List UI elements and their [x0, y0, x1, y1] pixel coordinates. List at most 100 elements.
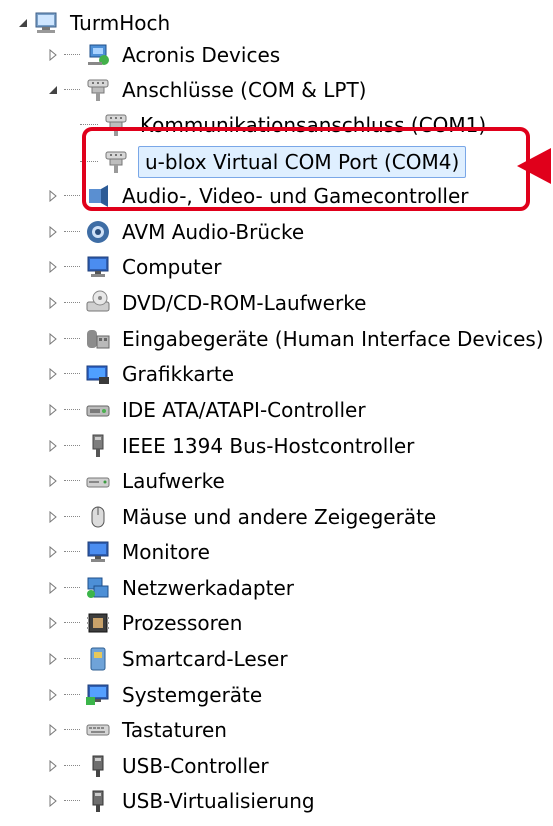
tree-item-18[interactable]: Smartcard-Leser: [44, 642, 290, 676]
expand-triangle-icon[interactable]: [44, 578, 62, 598]
expand-triangle-icon[interactable]: [44, 186, 62, 206]
tree-item-label: Laufwerke: [122, 469, 225, 493]
tree-connector-line: [64, 373, 80, 375]
tree-connector-line: [64, 587, 80, 589]
expand-triangle-icon[interactable]: [44, 364, 62, 384]
tree-connector-line: [64, 800, 80, 802]
ide-controller-icon: [84, 396, 112, 424]
expand-triangle-icon[interactable]: [44, 257, 62, 277]
usb-icon: [84, 752, 112, 780]
tree-item-20[interactable]: Tastaturen: [44, 713, 229, 747]
smartcard-icon: [84, 645, 112, 673]
expand-triangle-icon[interactable]: [44, 649, 62, 669]
drive-icon: [84, 467, 112, 495]
tree-item-label: Anschlüsse (COM & LPT): [122, 78, 367, 102]
keyboard-icon: [84, 716, 112, 744]
tree-item-7[interactable]: Computer: [44, 250, 223, 284]
avm-icon: [84, 218, 112, 246]
tree-item-label: Acronis Devices: [122, 43, 281, 67]
processor-icon: [84, 609, 112, 637]
tree-item-15[interactable]: Monitore: [44, 535, 212, 569]
network-adapter-icon: [84, 574, 112, 602]
system-icon: [84, 681, 112, 709]
tree-item-label: TurmHoch: [70, 11, 171, 35]
tree-item-label: Smartcard-Leser: [122, 647, 288, 671]
expand-triangle-icon[interactable]: [44, 613, 62, 633]
tree-item-2[interactable]: Anschlüsse (COM & LPT): [44, 73, 368, 107]
computer-icon: [32, 9, 60, 37]
tree-connector-line: [64, 622, 80, 624]
tree-item-11[interactable]: IDE ATA/ATAPI-Controller: [44, 393, 368, 427]
expand-triangle-icon[interactable]: [44, 329, 62, 349]
tree-item-label: IDE ATA/ATAPI-Controller: [122, 398, 366, 422]
tree-item-19[interactable]: Systemgeräte: [44, 678, 264, 712]
tree-item-13[interactable]: Laufwerke: [44, 464, 227, 498]
tree-item-4[interactable]: u-blox Virtual COM Port (COM4): [78, 144, 467, 180]
audio-icon: [84, 182, 112, 210]
tree-item-9[interactable]: Eingabegeräte (Human Interface Devices): [44, 322, 546, 356]
monitor-icon: [84, 253, 112, 281]
mouse-icon: [84, 503, 112, 531]
tree-item-10[interactable]: Grafikkarte: [44, 357, 236, 391]
tree-item-5[interactable]: Audio-, Video- und Gamecontroller: [44, 179, 470, 213]
expand-triangle-icon[interactable]: [44, 685, 62, 705]
tree-item-label: Audio-, Video- und Gamecontroller: [122, 184, 469, 208]
tree-item-label: Computer: [122, 255, 222, 279]
tree-item-12[interactable]: IEEE 1394 Bus-Hostcontroller: [44, 429, 416, 463]
expand-triangle-icon[interactable]: [44, 791, 62, 811]
tree-connector-line: [64, 231, 80, 233]
tree-connector-line: [80, 161, 98, 163]
tree-item-label: u-blox Virtual COM Port (COM4): [138, 146, 467, 178]
tree-connector-line: [64, 445, 80, 447]
expand-triangle-icon[interactable]: [44, 293, 62, 313]
expand-triangle-icon[interactable]: [44, 222, 62, 242]
tree-item-label: Tastaturen: [122, 718, 227, 742]
tree-item-3[interactable]: Kommunikationsanschluss (COM1): [78, 108, 488, 142]
tree-item-14[interactable]: Mäuse und andere Zeigegeräte: [44, 500, 438, 534]
tree-connector-line: [64, 480, 80, 482]
expand-triangle-icon[interactable]: [44, 436, 62, 456]
tree-item-label: IEEE 1394 Bus-Hostcontroller: [122, 434, 415, 458]
port-icon: [84, 76, 112, 104]
tree-root-turmhoch[interactable]: TurmHoch: [14, 6, 172, 40]
expand-triangle-icon[interactable]: [44, 542, 62, 562]
tree-item-17[interactable]: Prozessoren: [44, 606, 244, 640]
network-device-icon: [84, 41, 112, 69]
dvd-drive-icon: [84, 289, 112, 317]
graphics-card-icon: [84, 360, 112, 388]
expand-triangle-icon[interactable]: [44, 400, 62, 420]
tree-connector-line: [64, 551, 80, 553]
tree-connector-line: [64, 195, 80, 197]
tree-item-1[interactable]: Acronis Devices: [44, 38, 282, 72]
tree-item-21[interactable]: USB-Controller: [44, 749, 271, 783]
tree-item-label: USB-Virtualisierung: [122, 789, 315, 813]
tree-item-label: Kommunikationsanschluss (COM1): [140, 113, 487, 137]
expand-triangle-icon[interactable]: [44, 507, 62, 527]
tree-connector-line: [64, 338, 80, 340]
tree-item-8[interactable]: DVD/CD-ROM-Laufwerke: [44, 286, 368, 320]
tree-connector-line: [64, 658, 80, 660]
port-icon: [102, 111, 130, 139]
tree-item-label: Eingabegeräte (Human Interface Devices): [122, 327, 544, 351]
tree-item-label: Mäuse und andere Zeigegeräte: [122, 505, 437, 529]
tree-item-16[interactable]: Netzwerkadapter: [44, 571, 296, 605]
expand-triangle-icon[interactable]: [44, 471, 62, 491]
collapse-triangle-icon[interactable]: [14, 13, 32, 33]
expand-triangle-icon[interactable]: [44, 720, 62, 740]
expand-triangle-icon[interactable]: [44, 45, 62, 65]
firewire-icon: [84, 432, 112, 460]
tree-item-label: Netzwerkadapter: [122, 576, 294, 600]
port-icon: [102, 148, 130, 176]
tree-item-22[interactable]: USB-Virtualisierung: [44, 784, 317, 818]
tree-item-label: Monitore: [122, 540, 210, 564]
tree-item-label: Systemgeräte: [122, 683, 263, 707]
collapse-triangle-icon[interactable]: [44, 80, 62, 100]
tree-connector-line: [64, 89, 80, 91]
tree-item-label: Prozessoren: [122, 611, 243, 635]
expand-triangle-icon[interactable]: [44, 756, 62, 776]
tree-item-label: AVM Audio-Brücke: [122, 220, 305, 244]
tree-connector-line: [64, 729, 80, 731]
tree-connector-line: [80, 124, 98, 126]
tree-item-6[interactable]: AVM Audio-Brücke: [44, 215, 306, 249]
tree-connector-line: [64, 765, 80, 767]
